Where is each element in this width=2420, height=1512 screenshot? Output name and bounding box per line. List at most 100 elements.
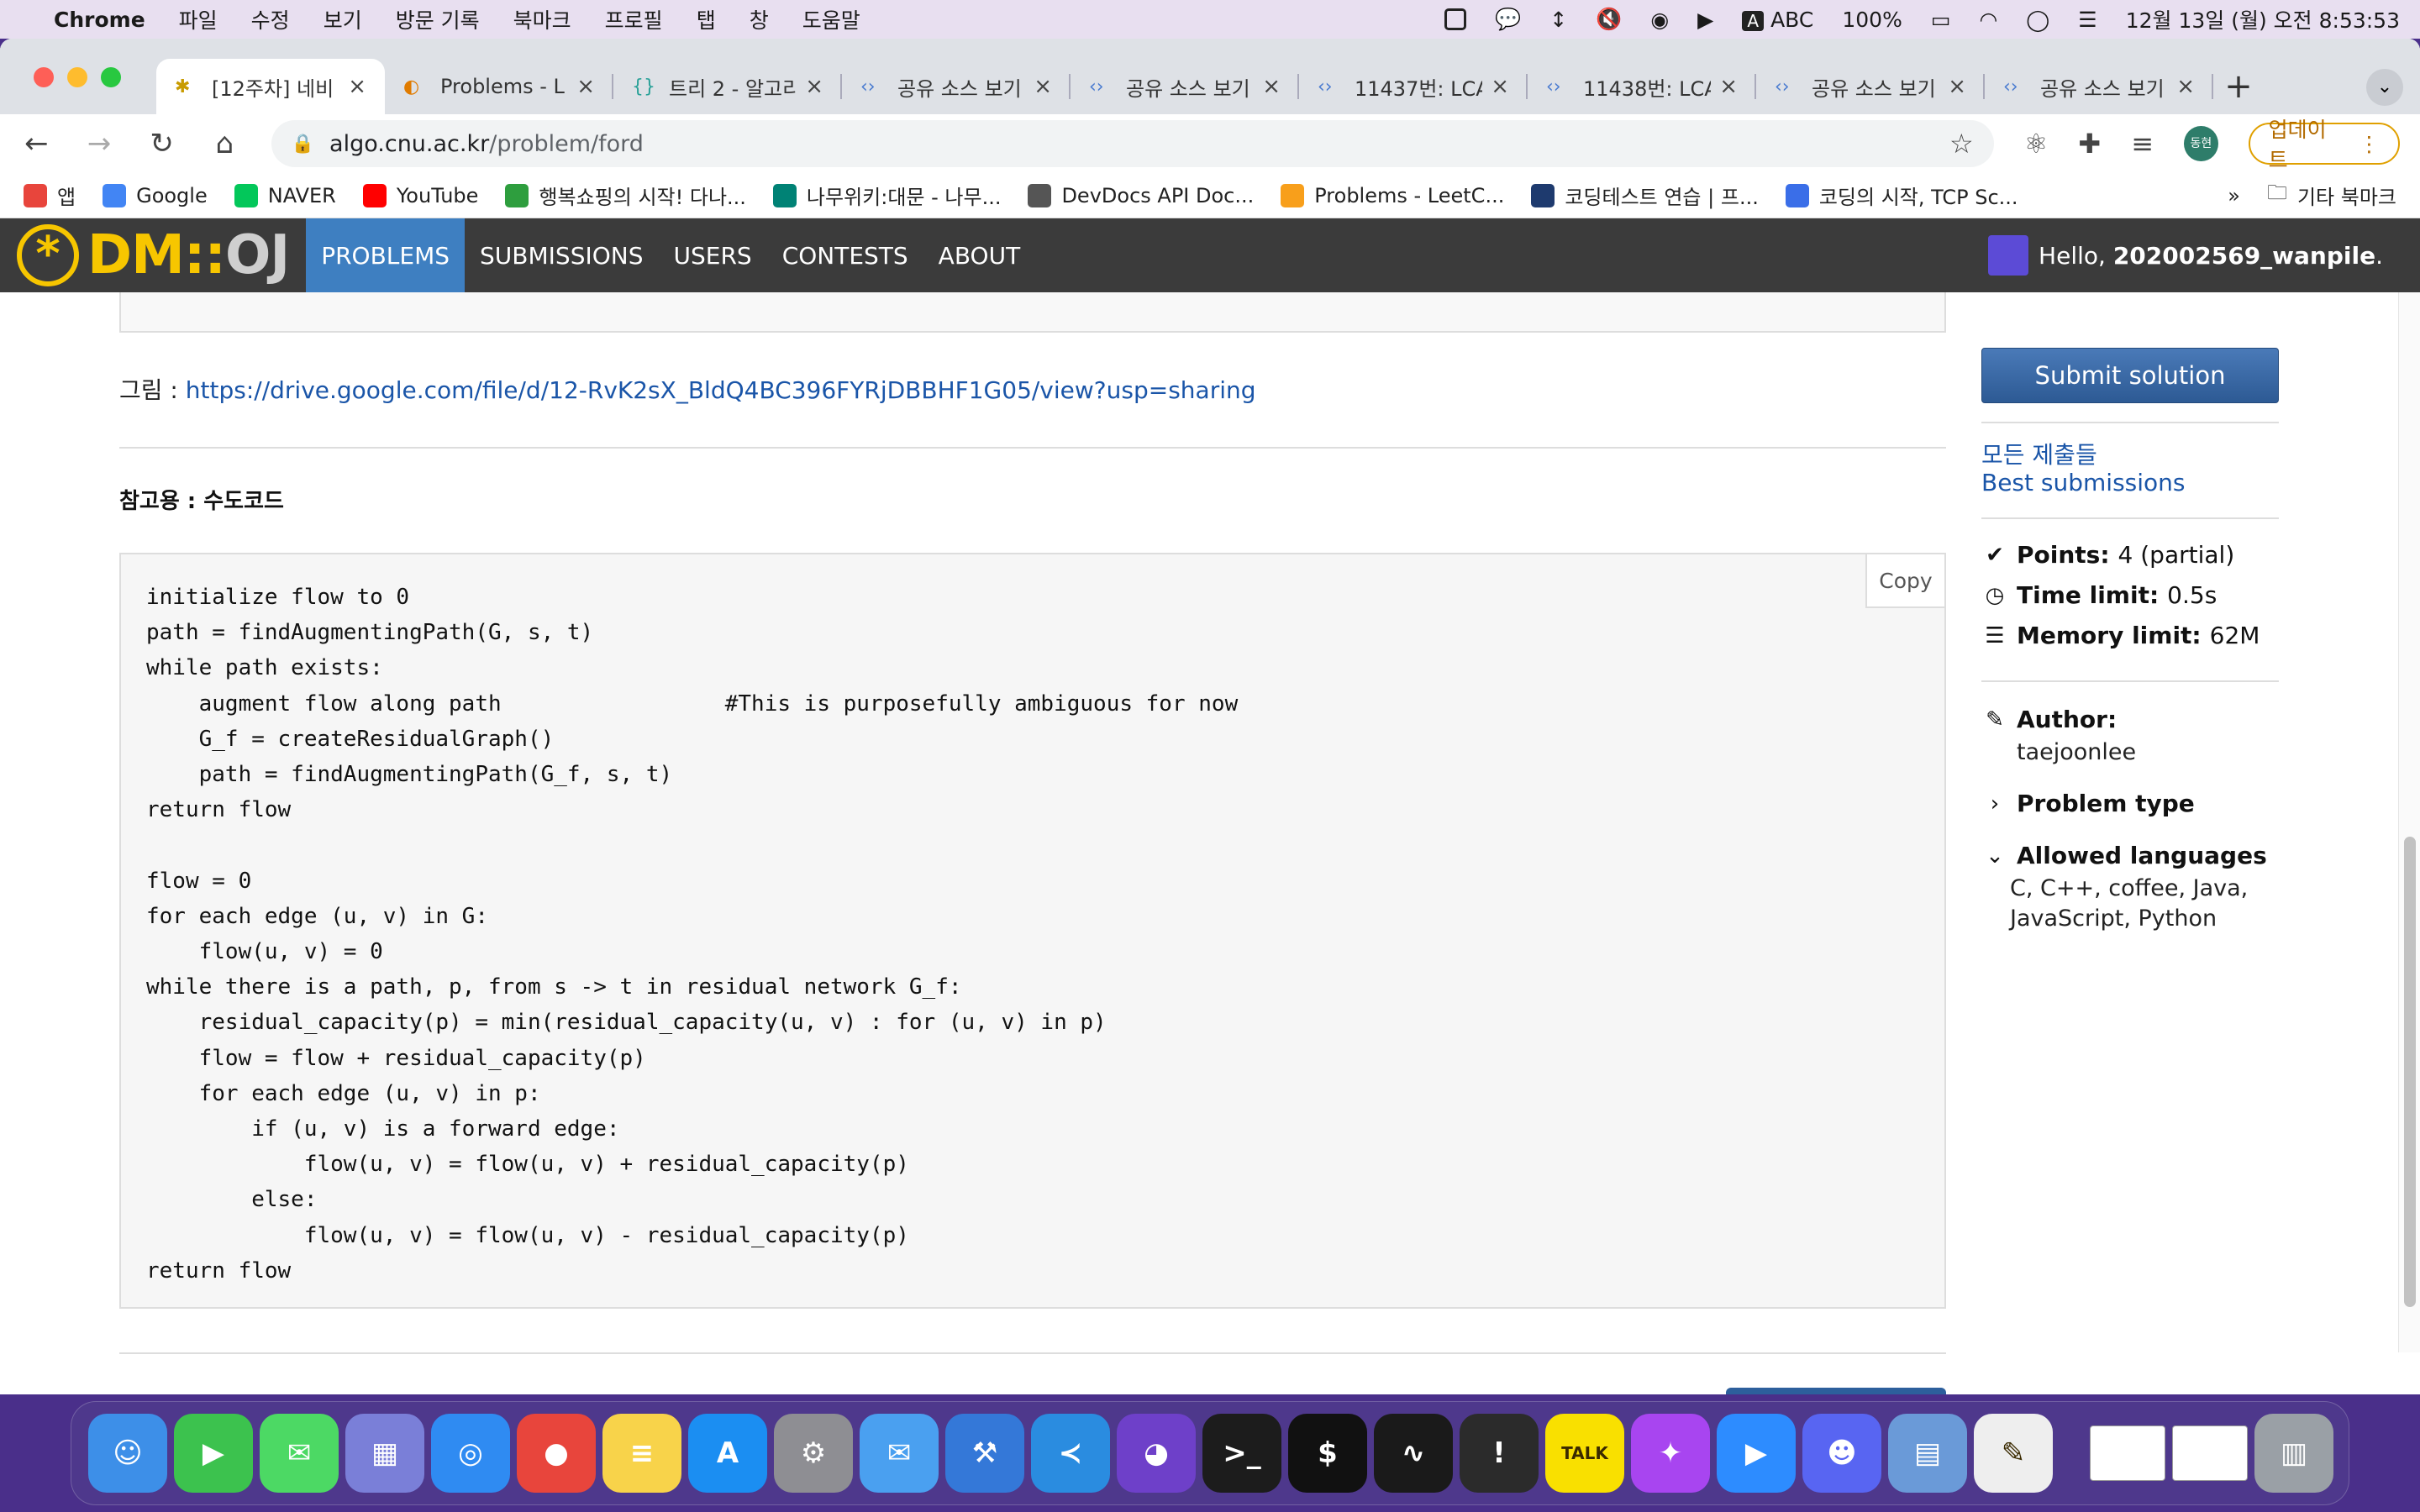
bookmark-item[interactable]: 앱 <box>24 181 76 210</box>
nav-problems[interactable]: PROBLEMS <box>306 218 466 292</box>
reload-button[interactable]: ↻ <box>145 127 178 160</box>
browser-tab[interactable]: ‹› 11438번: LCA × <box>1528 59 1756 114</box>
close-tab-icon[interactable]: × <box>348 74 366 99</box>
profile-avatar[interactable]: 동현 <box>2184 126 2218 161</box>
menu-item-history[interactable]: 방문 기록 <box>396 4 480 34</box>
browser-tab[interactable]: ◐ Problems - L × <box>385 59 613 114</box>
close-tab-icon[interactable]: × <box>1491 74 1509 99</box>
messenger-icon[interactable]: ✦ <box>1631 1414 1710 1493</box>
media-queue-icon[interactable]: ≡ <box>2131 128 2154 160</box>
nav-about[interactable]: ABOUT <box>923 218 1036 292</box>
bookmark-item[interactable]: 코딩의 시작, TCP Sc... <box>1785 181 2018 210</box>
nav-submissions[interactable]: SUBMISSIONS <box>465 218 658 292</box>
mute-icon[interactable]: 🔇 <box>1596 7 1622 32</box>
zoom-window-button[interactable] <box>101 67 121 87</box>
other-bookmarks-folder[interactable]: 🗀 기타 북마크 <box>2267 178 2396 213</box>
control-center-icon[interactable]: ☰ <box>2078 8 2096 32</box>
author-link[interactable]: taejoonlee <box>2017 738 2136 768</box>
next-section-button[interactable] <box>1726 1388 1946 1394</box>
tab-search-button[interactable]: ⌄ <box>2366 69 2403 106</box>
browser-tab[interactable]: ‹› 공유 소스 보기 × <box>1756 59 1985 114</box>
close-window-button[interactable] <box>34 67 54 87</box>
menu-item-file[interactable]: 파일 <box>179 4 218 34</box>
preview-icon[interactable]: ▤ <box>1888 1414 1967 1493</box>
window-thumb-2[interactable] <box>2172 1425 2248 1481</box>
iterm-icon[interactable]: $ <box>1288 1414 1367 1493</box>
kakaotalk-icon[interactable]: TALK <box>1545 1414 1624 1493</box>
facetime-icon[interactable]: ▶ <box>174 1414 253 1493</box>
best-submissions-link[interactable]: Best submissions <box>1981 469 2185 496</box>
menu-app-name[interactable]: Chrome <box>54 8 145 32</box>
browser-tab[interactable]: {} 트리 2 - 알고리 × <box>613 59 842 114</box>
bookmark-item[interactable]: 나무위키:대문 - 나무... <box>772 181 1001 210</box>
close-tab-icon[interactable]: × <box>2176 74 2195 99</box>
vscode-icon[interactable]: ≺ <box>1031 1414 1110 1493</box>
browser-tab[interactable]: ‹› 공유 소스 보기 × <box>842 59 1071 114</box>
forward-button[interactable]: → <box>83 127 116 160</box>
figure-link[interactable]: https://drive.google.com/file/d/12-RvK2s… <box>186 376 1256 404</box>
mail-icon[interactable]: ✉ <box>860 1414 939 1493</box>
input-source[interactable]: A ABC <box>1742 8 1813 32</box>
launchpad-icon[interactable]: ▦ <box>345 1414 424 1493</box>
battery-percent[interactable]: 100% <box>1842 8 1902 32</box>
all-submissions-link[interactable]: 모든 제출들 <box>1981 437 2097 470</box>
trash-icon[interactable]: ▥ <box>2254 1414 2333 1493</box>
bookmark-item[interactable]: 코딩테스트 연습 | 프... <box>1531 181 1759 210</box>
browser-tab[interactable]: ‹› 11437번: LCA × <box>1299 59 1528 114</box>
react-devtools-icon[interactable]: ⚛ <box>2024 128 2049 160</box>
user-greeting[interactable]: Hello, 202002569_wanpile. <box>1988 218 2383 292</box>
window-thumb-1[interactable] <box>2090 1425 2165 1481</box>
nav-contests[interactable]: CONTESTS <box>767 218 923 292</box>
airdrop-icon[interactable]: ◉ <box>1650 8 1669 32</box>
menu-item-window[interactable]: 창 <box>750 4 769 34</box>
wifi-icon[interactable]: ◠ <box>1979 8 1997 32</box>
close-tab-icon[interactable]: × <box>576 74 595 99</box>
xcode-icon[interactable]: ⚒ <box>945 1414 1024 1493</box>
back-button[interactable]: ← <box>20 127 53 160</box>
copy-button[interactable]: Copy <box>1865 554 1944 608</box>
bookmark-item[interactable]: Problems - LeetC... <box>1281 181 1504 210</box>
github-icon[interactable]: ◕ <box>1117 1414 1196 1493</box>
notes-icon[interactable]: ≡ <box>602 1414 681 1493</box>
allowed-languages-toggle[interactable]: ⌄ Allowed languages <box>1981 842 2267 869</box>
safari-icon[interactable]: ◎ <box>431 1414 510 1493</box>
console-icon[interactable]: ! <box>1460 1414 1539 1493</box>
page-scrollbar[interactable] <box>2398 292 2420 1352</box>
bookmark-star-icon[interactable]: ☆ <box>1949 128 1974 160</box>
bookmark-item[interactable]: 행복쇼핑의 시작! 다나... <box>505 181 746 210</box>
menubar-clock[interactable]: 12월 13일 (월) 오전 8:53:53 <box>2126 4 2400 34</box>
terminal-icon[interactable]: >_ <box>1202 1414 1281 1493</box>
close-tab-icon[interactable]: × <box>1034 74 1052 99</box>
close-tab-icon[interactable]: × <box>1262 74 1281 99</box>
play-icon[interactable]: ▶ <box>1697 8 1713 32</box>
submit-solution-button[interactable]: Submit solution <box>1981 348 2279 403</box>
menu-item-profile[interactable]: 프로필 <box>605 4 663 34</box>
address-bar[interactable]: 🔒 algo.cnu.ac.kr/problem/ford ☆ <box>271 120 1994 167</box>
bookmark-item[interactable]: NAVER <box>234 181 336 210</box>
updown-arrow-icon[interactable]: ↕ <box>1549 8 1567 32</box>
home-button[interactable]: ⌂ <box>208 127 241 160</box>
new-tab-button[interactable]: + <box>2213 59 2264 114</box>
textedit-icon[interactable]: ✎ <box>1974 1414 2053 1493</box>
finder-icon[interactable]: ☺ <box>88 1414 167 1493</box>
site-logo[interactable]: * DM::OJ <box>17 218 290 292</box>
activity-monitor-icon[interactable]: ∿ <box>1374 1414 1453 1493</box>
close-tab-icon[interactable]: × <box>1719 74 1738 99</box>
menu-item-help[interactable]: 도움말 <box>802 4 860 34</box>
settings-icon[interactable]: ⚙ <box>774 1414 853 1493</box>
browser-tab[interactable]: ✱ [12주차] 네비 × <box>156 59 385 114</box>
discord-icon[interactable]: ☻ <box>1802 1414 1881 1493</box>
close-tab-icon[interactable]: × <box>1948 74 1966 99</box>
close-tab-icon[interactable]: × <box>805 74 823 99</box>
menu-item-edit[interactable]: 수정 <box>251 4 290 34</box>
menu-item-view[interactable]: 보기 <box>324 4 362 34</box>
mission-control-icon[interactable] <box>1444 8 1467 30</box>
user-icon[interactable]: ◯ <box>2026 8 2049 32</box>
messages-icon[interactable]: ✉ <box>260 1414 339 1493</box>
menu-item-tab[interactable]: 탭 <box>697 4 716 34</box>
bookmark-item[interactable]: Google <box>103 181 208 210</box>
menu-item-bookmarks[interactable]: 북마크 <box>513 4 571 34</box>
bookmark-item[interactable]: YouTube <box>362 181 478 210</box>
appstore-icon[interactable]: A <box>688 1414 767 1493</box>
browser-tab[interactable]: ‹› 공유 소스 보기 × <box>1985 59 2213 114</box>
